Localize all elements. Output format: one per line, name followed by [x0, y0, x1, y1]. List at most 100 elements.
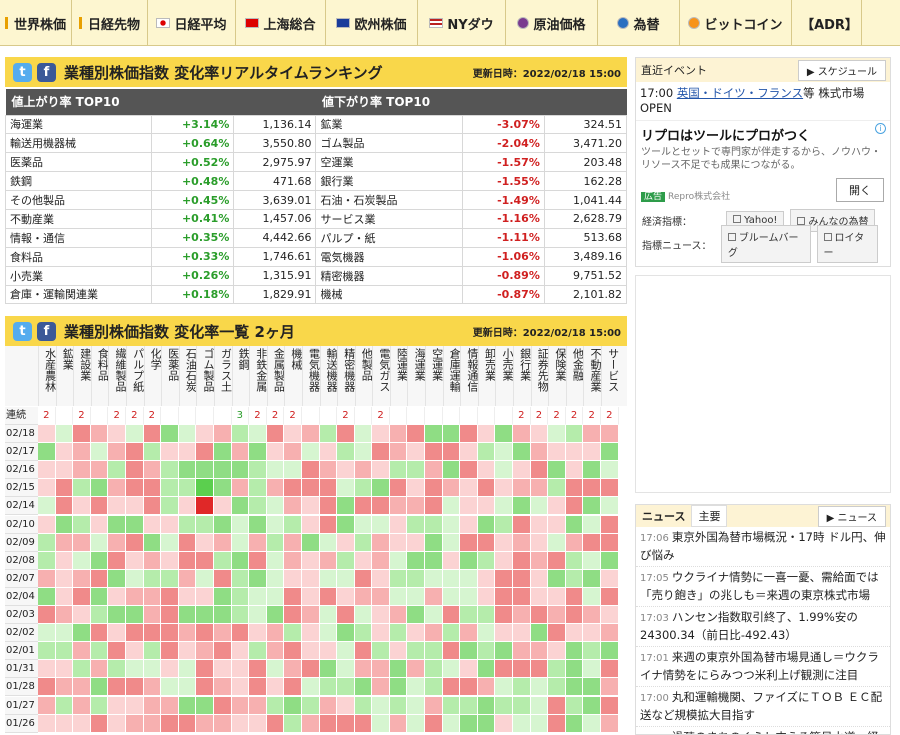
- heatmap-cell[interactable]: [213, 714, 232, 733]
- heatmap-cell[interactable]: [90, 606, 109, 624]
- heatmap-cell[interactable]: [389, 515, 408, 534]
- heatmap-col-header[interactable]: 空運業: [425, 346, 443, 406]
- heatmap-cell[interactable]: [530, 479, 549, 498]
- heatmap-cell[interactable]: [319, 515, 338, 534]
- heatmap-cell[interactable]: [530, 443, 549, 462]
- heatmap-col-header[interactable]: 鉱業: [55, 346, 73, 406]
- heatmap-cell[interactable]: [442, 714, 461, 733]
- heatmap-cell[interactable]: [301, 533, 320, 552]
- news-item[interactable]: 17:06 東京外国為替市場概況・17時 ドル円、伸び悩み: [636, 527, 890, 567]
- heatmap-cell[interactable]: [266, 624, 285, 643]
- nav-item-7[interactable]: 為替: [598, 0, 680, 46]
- heatmap-cell[interactable]: [495, 624, 514, 643]
- nav-item-4[interactable]: 欧州株価: [326, 0, 418, 46]
- heatmap-cell[interactable]: [530, 533, 549, 552]
- heatmap-cell[interactable]: [90, 479, 109, 498]
- heatmap-cell[interactable]: [495, 569, 514, 588]
- heatmap-cell[interactable]: [108, 497, 126, 516]
- heatmap-cell[interactable]: [196, 533, 214, 552]
- heatmap-cell[interactable]: [161, 515, 179, 534]
- heatmap-cell[interactable]: [231, 587, 250, 606]
- ranking-cell-dn-name[interactable]: 銀行業: [315, 171, 463, 192]
- heatmap-cell[interactable]: [213, 533, 232, 552]
- heatmap-cell[interactable]: [354, 714, 373, 733]
- heatmap-cell[interactable]: [55, 569, 74, 588]
- heatmap-cell[interactable]: [389, 533, 408, 552]
- heatmap-cell[interactable]: [196, 461, 214, 480]
- heatmap-cell[interactable]: [372, 696, 390, 715]
- heatmap-cell[interactable]: [460, 443, 478, 462]
- heatmap-cell[interactable]: [301, 479, 320, 498]
- heatmap-cell[interactable]: [213, 587, 232, 606]
- heatmap-cell[interactable]: [601, 696, 619, 715]
- heatmap-cell[interactable]: [108, 533, 126, 552]
- nav-item-5[interactable]: NYダウ: [418, 0, 506, 46]
- heatmap-cell[interactable]: [407, 425, 426, 443]
- heatmap-cell[interactable]: [178, 479, 197, 498]
- heatmap-cell[interactable]: [495, 696, 514, 715]
- heatmap-cell[interactable]: [196, 624, 214, 643]
- heatmap-cell[interactable]: [196, 678, 214, 697]
- heatmap-cell[interactable]: [178, 587, 197, 606]
- heatmap-cell[interactable]: [319, 714, 338, 733]
- heatmap-cell[interactable]: [231, 714, 250, 733]
- heatmap-cell[interactable]: [583, 533, 601, 552]
- heatmap-cell[interactable]: [108, 678, 126, 697]
- news-text[interactable]: 過疎のまちのくらし支える簡易水道、経: [672, 730, 879, 734]
- heatmap-cell[interactable]: [108, 660, 126, 679]
- heatmap-cell[interactable]: [337, 569, 355, 588]
- heatmap-cell[interactable]: [583, 461, 601, 480]
- heatmap-cell[interactable]: [55, 443, 74, 462]
- heatmap-cell[interactable]: [38, 497, 56, 516]
- heatmap-cell[interactable]: [143, 660, 162, 679]
- heatmap-cell[interactable]: [231, 696, 250, 715]
- heatmap-cell[interactable]: [530, 606, 549, 624]
- bloomberg-button[interactable]: ブルームバーグ: [720, 225, 811, 263]
- heatmap-cell[interactable]: [495, 587, 514, 606]
- heatmap-cell[interactable]: [319, 497, 338, 516]
- heatmap-cell[interactable]: [548, 533, 566, 552]
- news-text[interactable]: ウクライナ情勢に一喜一憂、需給面では「売り飽き」の兆しも＝来週の東京株式市場: [640, 570, 879, 602]
- heatmap-cell[interactable]: [407, 569, 426, 588]
- heatmap-cell[interactable]: [548, 678, 566, 697]
- heatmap-cell[interactable]: [425, 714, 443, 733]
- heatmap-cell[interactable]: [407, 660, 426, 679]
- heatmap-cell[interactable]: [477, 624, 496, 643]
- heatmap-cell[interactable]: [495, 479, 514, 498]
- heatmap-cell[interactable]: [354, 642, 373, 661]
- heatmap-cell[interactable]: [90, 551, 109, 570]
- heatmap-cell[interactable]: [337, 533, 355, 552]
- heatmap-cell[interactable]: [565, 515, 584, 534]
- heatmap-cell[interactable]: [513, 515, 531, 534]
- heatmap-cell[interactable]: [213, 624, 232, 643]
- nav-item-1[interactable]: 日経先物: [72, 0, 148, 46]
- heatmap-cell[interactable]: [266, 479, 285, 498]
- ranking-cell-dn-name[interactable]: 空運業: [315, 152, 463, 173]
- heatmap-cell[interactable]: [460, 479, 478, 498]
- heatmap-cell[interactable]: [55, 497, 74, 516]
- schedule-button[interactable]: ▶ スケジュール: [797, 59, 886, 81]
- heatmap-cell[interactable]: [266, 678, 285, 697]
- heatmap-cell[interactable]: [38, 624, 56, 643]
- heatmap-cell[interactable]: [90, 569, 109, 588]
- ranking-cell-up-name[interactable]: 輸送用機器械: [4, 133, 153, 154]
- heatmap-cell[interactable]: [372, 461, 390, 480]
- heatmap-cell[interactable]: [495, 660, 514, 679]
- heatmap-cell[interactable]: [530, 696, 549, 715]
- heatmap-cell[interactable]: [249, 624, 267, 643]
- heatmap-cell[interactable]: [407, 696, 426, 715]
- heatmap-cell[interactable]: [249, 533, 267, 552]
- heatmap-cell[interactable]: [477, 587, 496, 606]
- heatmap-cell[interactable]: [231, 606, 250, 624]
- heatmap-cell[interactable]: [319, 678, 338, 697]
- heatmap-cell[interactable]: [442, 443, 461, 462]
- heatmap-cell[interactable]: [372, 624, 390, 643]
- heatmap-cell[interactable]: [125, 606, 144, 624]
- heatmap-cell[interactable]: [55, 479, 74, 498]
- heatmap-cell[interactable]: [301, 587, 320, 606]
- heatmap-cell[interactable]: [601, 551, 619, 570]
- heatmap-cell[interactable]: [460, 569, 478, 588]
- heatmap-cell[interactable]: [284, 515, 302, 534]
- heatmap-cell[interactable]: [372, 660, 390, 679]
- heatmap-cell[interactable]: [495, 533, 514, 552]
